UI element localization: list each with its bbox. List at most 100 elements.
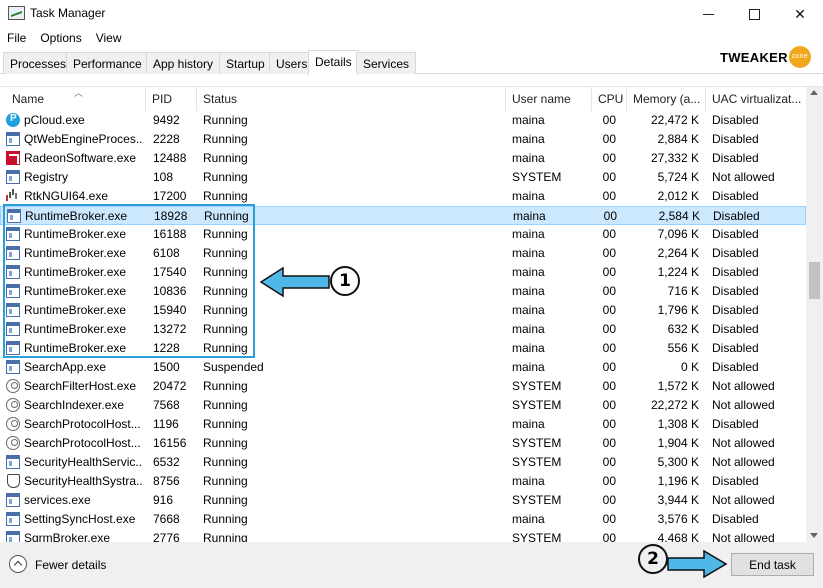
audio-icon	[6, 189, 20, 203]
column-name[interactable]: ︿ Name	[6, 87, 146, 111]
pcloud-icon	[6, 113, 20, 127]
user-icon	[6, 436, 20, 450]
process-pid: 7568	[153, 398, 180, 412]
table-row[interactable]: SecurityHealthServic... 6532 Running SYSTEM…	[0, 453, 806, 472]
column-memory[interactable]: Memory (a...	[627, 87, 706, 111]
column-uac-virtualization[interactable]: UAC virtualizat...	[706, 87, 806, 111]
process-cpu: 00	[602, 151, 616, 165]
process-memory: 1,308 K	[657, 417, 699, 431]
tab-processes[interactable]: Processes	[3, 52, 74, 74]
process-icon	[6, 512, 20, 526]
process-user: maina	[512, 151, 545, 165]
maximize-button[interactable]	[731, 0, 777, 28]
end-task-button[interactable]: End task	[731, 553, 814, 576]
process-memory: 3,944 K	[657, 493, 699, 507]
process-cpu: 00	[602, 113, 616, 127]
runtimebroker-highlight-box	[3, 204, 255, 358]
process-user: maina	[512, 322, 545, 336]
process-uac: Disabled	[712, 322, 759, 336]
process-user: maina	[512, 360, 545, 374]
table-row[interactable]: pCloud.exe 9492 Running maina 00 22,472 K Disa…	[0, 111, 806, 130]
process-cpu: 00	[602, 417, 616, 431]
process-name: SearchProtocolHost...	[24, 417, 141, 431]
vertical-scrollbar[interactable]	[806, 87, 823, 542]
table-row[interactable]: QtWebEngineProces... 2228 Running maina 00 2,…	[0, 130, 806, 149]
table-header: ︿ Name PID Status User name CPU Memory (…	[0, 87, 806, 111]
process-name: services.exe	[24, 493, 91, 507]
process-status: Running	[203, 417, 248, 431]
minimize-button[interactable]	[685, 0, 731, 28]
process-status: Running	[203, 474, 248, 488]
process-memory: 2,584 K	[658, 209, 700, 223]
process-icon	[6, 531, 20, 542]
process-uac: Disabled	[712, 246, 759, 260]
table-row[interactable]: SearchFilterHost.exe 20472 Running SYSTEM 00…	[0, 377, 806, 396]
column-pid[interactable]: PID	[146, 87, 197, 111]
process-cpu: 00	[602, 132, 616, 146]
user-icon	[6, 398, 20, 412]
process-user: maina	[512, 303, 545, 317]
close-button[interactable]: ✕	[777, 0, 823, 28]
process-name: RadeonSoftware.exe	[24, 151, 137, 165]
annotation-arrow-2	[667, 549, 728, 579]
fewer-details-link[interactable]: Fewer details	[35, 558, 106, 572]
scroll-down-icon[interactable]	[810, 533, 818, 538]
tab-details[interactable]: Details	[308, 50, 359, 75]
table-row[interactable]: SgrmBroker.exe 2776 Running SYSTEM 00 4,468 K…	[0, 529, 806, 542]
annotation-badge-2: 2	[638, 544, 668, 574]
shield-icon	[6, 474, 20, 488]
process-user: SYSTEM	[512, 493, 562, 507]
process-cpu: 00	[602, 246, 616, 260]
scroll-thumb[interactable]	[809, 262, 820, 299]
process-pid: 9492	[153, 113, 180, 127]
process-status: Running	[203, 493, 248, 507]
process-name: pCloud.exe	[24, 113, 85, 127]
scroll-up-icon[interactable]	[810, 90, 818, 95]
process-cpu: 00	[602, 189, 616, 203]
table-row[interactable]: SecurityHealthSystra... 8756 Running maina 0…	[0, 472, 806, 491]
table-row[interactable]: SearchProtocolHost... 1196 Running maina 00 1…	[0, 415, 806, 434]
tab-services[interactable]: Services	[356, 52, 417, 74]
process-name: SecurityHealthServic...	[24, 455, 142, 469]
process-user: maina	[512, 417, 545, 431]
process-uac: Not allowed	[712, 398, 775, 412]
menu-file[interactable]: File	[0, 28, 33, 50]
table-row[interactable]: services.exe 916 Running SYSTEM 00 3,944 K Not…	[0, 491, 806, 510]
process-uac: Not allowed	[712, 493, 775, 507]
menu-view[interactable]: View	[89, 28, 129, 50]
process-memory: 22,272 K	[650, 398, 699, 412]
process-user: SYSTEM	[512, 531, 562, 542]
table-row[interactable]: SearchApp.exe 1500 Suspended maina 00 0 K Disa…	[0, 358, 806, 377]
table-row[interactable]: SearchIndexer.exe 7568 Running SYSTEM 00 22,2…	[0, 396, 806, 415]
process-uac: Disabled	[712, 227, 759, 241]
process-uac: Disabled	[712, 265, 759, 279]
process-uac: Disabled	[712, 284, 759, 298]
process-status: Running	[203, 151, 248, 165]
process-cpu: 00	[602, 455, 616, 469]
process-pid: 1196	[153, 417, 179, 431]
process-icon	[6, 360, 20, 374]
process-user: maina	[512, 512, 545, 526]
process-memory: 5,300 K	[657, 455, 699, 469]
process-cpu: 00	[602, 303, 616, 317]
process-cpu: 00	[602, 436, 616, 450]
process-user: SYSTEM	[512, 455, 562, 469]
process-cpu: 00	[602, 531, 616, 542]
tab-startup[interactable]: Startup	[219, 52, 272, 74]
chevron-up-icon[interactable]	[9, 555, 27, 573]
process-memory: 716 K	[667, 284, 699, 298]
tab-performance[interactable]: Performance	[66, 52, 149, 74]
process-icon	[6, 455, 20, 469]
table-row[interactable]: SearchProtocolHost... 16156 Running SYSTEM 0…	[0, 434, 806, 453]
table-row[interactable]: SettingSyncHost.exe 7668 Running maina 00 3,5…	[0, 510, 806, 529]
tab-app-history[interactable]: App history	[146, 52, 221, 74]
column-cpu[interactable]: CPU	[592, 87, 627, 111]
process-cpu: 00	[603, 209, 617, 223]
process-pid: 6532	[153, 455, 180, 469]
table-row[interactable]: RadeonSoftware.exe 12488 Running maina 00 27,…	[0, 149, 806, 168]
column-status[interactable]: Status	[197, 87, 506, 111]
menu-options[interactable]: Options	[33, 28, 88, 50]
process-cpu: 00	[602, 265, 616, 279]
column-user-name[interactable]: User name	[506, 87, 592, 111]
table-row[interactable]: Registry 108 Running SYSTEM 00 5,724 K Not all…	[0, 168, 806, 187]
